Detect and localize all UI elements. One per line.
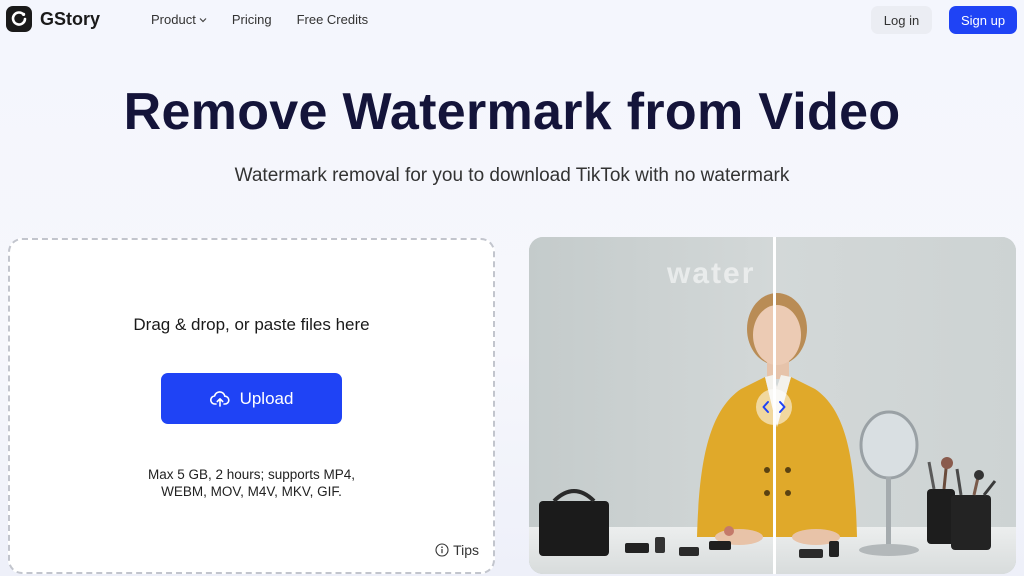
tips-link[interactable]: Tips: [435, 542, 479, 558]
before-after-preview: water: [529, 237, 1016, 574]
upload-dropzone[interactable]: Drag & drop, or paste files here Upload …: [8, 238, 495, 574]
page-subtitle: Watermark removal for you to download Ti…: [234, 165, 790, 186]
nav-free-credits[interactable]: Free Credits: [297, 12, 369, 27]
upload-button[interactable]: Upload: [161, 373, 342, 424]
watermark-text: water: [667, 257, 756, 290]
nav-pricing[interactable]: Pricing: [232, 12, 272, 27]
info-icon: [435, 543, 449, 557]
chevron-down-icon: [199, 17, 207, 22]
upload-limits: Max 5 GB, 2 hours; supports MP4, WEBM, M…: [10, 466, 493, 500]
signup-button[interactable]: Sign up: [949, 6, 1017, 34]
gstory-logo-icon: [6, 6, 32, 32]
tips-label: Tips: [453, 542, 479, 558]
brand-logo[interactable]: GStory: [6, 6, 100, 32]
nav-product[interactable]: Product: [151, 12, 207, 27]
nav-free-credits-label: Free Credits: [296, 12, 369, 27]
chevron-right-icon: [779, 401, 786, 413]
page-title: Remove Watermark from Video: [123, 83, 901, 141]
nav-product-label: Product: [151, 12, 196, 27]
nav-links: Product Pricing Free Credits: [151, 12, 368, 27]
upload-limits-line-1: Max 5 GB, 2 hours; supports MP4,: [147, 467, 356, 482]
brand-name: GStory: [40, 8, 101, 29]
comparison-slider-handle[interactable]: [756, 389, 792, 425]
top-nav: GStory Product Pricing Free Credits Log …: [0, 0, 1024, 40]
upload-limits-line-2: WEBM, MOV, M4V, MKV, GIF.: [161, 484, 342, 499]
upload-button-label: Upload: [239, 388, 294, 408]
nav-pricing-label: Pricing: [231, 12, 272, 27]
cloud-upload-icon: [209, 390, 230, 407]
login-button[interactable]: Log in: [871, 6, 932, 34]
dropzone-text: Drag & drop, or paste files here: [133, 315, 370, 334]
chevron-left-icon: [762, 401, 769, 413]
